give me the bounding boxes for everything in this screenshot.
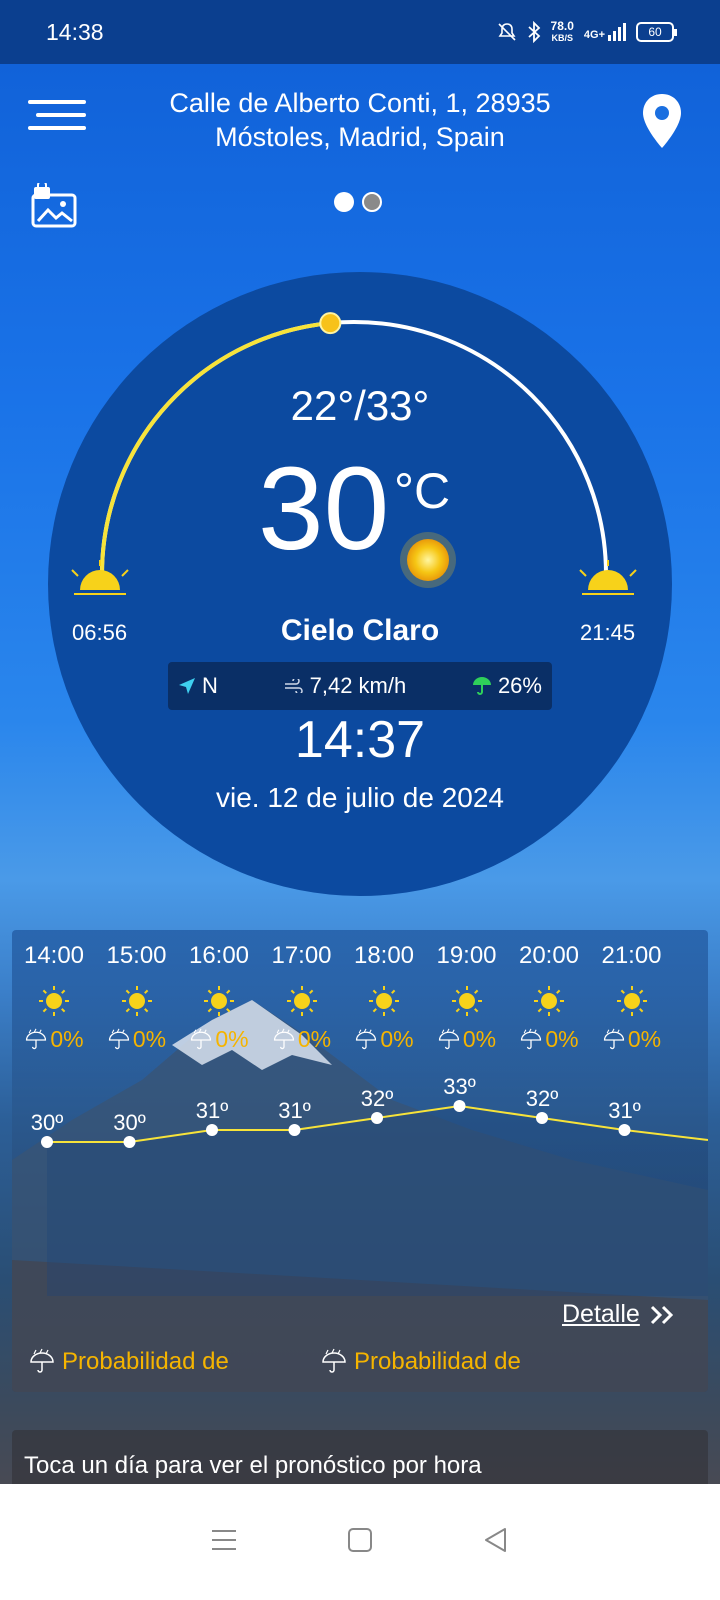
current-time: 14:37 (294, 711, 426, 769)
bluetooth-icon (527, 21, 540, 43)
temperature-point (288, 1124, 301, 1136)
header: Calle de Alberto Conti, 1, 28935 Móstole… (0, 64, 720, 184)
system-nav-bar (0, 1484, 720, 1600)
network-type: 4G+ (584, 23, 626, 41)
umbrella-icon (472, 677, 491, 695)
wind-direction: N (202, 673, 218, 698)
menu-lines-icon (212, 1529, 236, 1550)
mute-bell-icon (497, 23, 516, 41)
double-chevron-right-icon (650, 1305, 673, 1324)
nav-back-button[interactable] (483, 1527, 509, 1558)
wind-icon (284, 679, 303, 693)
detail-link[interactable]: Detalle (562, 1300, 676, 1329)
temperature-point (206, 1124, 218, 1136)
precipitation-chance: 26% (497, 673, 542, 698)
temperature-label: 33º (443, 1074, 476, 1099)
temperature-area (47, 1106, 708, 1296)
hourly-forecast-panel[interactable]: 14:00 0% 15:00 0% 16:00 0% 17:00 0% 18:0… (12, 930, 708, 1392)
status-icons: 78.0 KB/S 4G+ 60 (497, 19, 677, 44)
current-temperature: 30 (258, 443, 390, 575)
temperature-label: 30º (31, 1110, 64, 1135)
temperature-label: 31º (278, 1098, 311, 1123)
clear-sky-sun-icon (400, 532, 456, 588)
precip-probability-label-1: Probabilidad de (28, 1348, 229, 1376)
temperature-label: 32º (526, 1086, 559, 1111)
wind-direction-icon (179, 678, 195, 694)
page-dot-1[interactable] (334, 192, 354, 212)
daily-forecast-hint: Toca un día para ver el pronóstico por h… (12, 1430, 708, 1484)
temperature-label: 32º (361, 1086, 394, 1111)
temperature-point (618, 1124, 631, 1136)
min-max-temp: 22°/33° (290, 382, 430, 429)
location-pin-icon[interactable] (640, 92, 684, 150)
back-triangle-icon (485, 1527, 506, 1552)
location-address[interactable]: Calle de Alberto Conti, 1, 28935 Móstole… (130, 86, 590, 154)
menu-button[interactable] (28, 100, 86, 142)
temperature-point (371, 1112, 383, 1124)
page-dot-2[interactable] (362, 192, 382, 212)
current-date: vie. 12 de julio de 2024 (216, 782, 504, 813)
wind-info-bar: N 7,42 km/h 26% (168, 662, 552, 710)
sun-position-icon (319, 312, 342, 335)
sunset-icon (579, 560, 637, 595)
wind-speed: 7,42 km/h (309, 673, 407, 698)
temperature-point (536, 1112, 548, 1124)
sunrise-icon (71, 560, 129, 595)
wallpaper-lock-icon[interactable] (30, 183, 78, 229)
current-weather-circle: 22°/33° 30 °C 06:56 21:45 Cielo Claro N … (48, 272, 672, 896)
battery-icon: 60 (636, 22, 677, 42)
precip-probability-label-2: Probabilidad de (320, 1348, 521, 1376)
status-time: 14:38 (46, 18, 104, 45)
network-speed: 78.0 KB/S (550, 19, 574, 43)
home-square-icon (348, 1527, 372, 1552)
rain-umbrella-icon (322, 1348, 346, 1373)
temperature-point (41, 1136, 53, 1148)
status-bar: 14:38 78.0 KB/S 4G+ 60 (0, 0, 720, 64)
weather-condition: Cielo Claro (280, 614, 440, 647)
temperature-point (123, 1136, 136, 1148)
temperature-unit: °C (394, 463, 451, 519)
nav-menu-button[interactable] (211, 1528, 237, 1557)
page-indicator (334, 192, 382, 212)
rain-umbrella-icon (30, 1348, 54, 1373)
temperature-label: 30º (113, 1110, 146, 1135)
temperature-point (453, 1100, 466, 1112)
nav-home-button[interactable] (347, 1527, 373, 1558)
temperature-label: 31º (608, 1098, 641, 1123)
temperature-label: 31º (196, 1098, 229, 1123)
signal-icon (608, 23, 626, 41)
